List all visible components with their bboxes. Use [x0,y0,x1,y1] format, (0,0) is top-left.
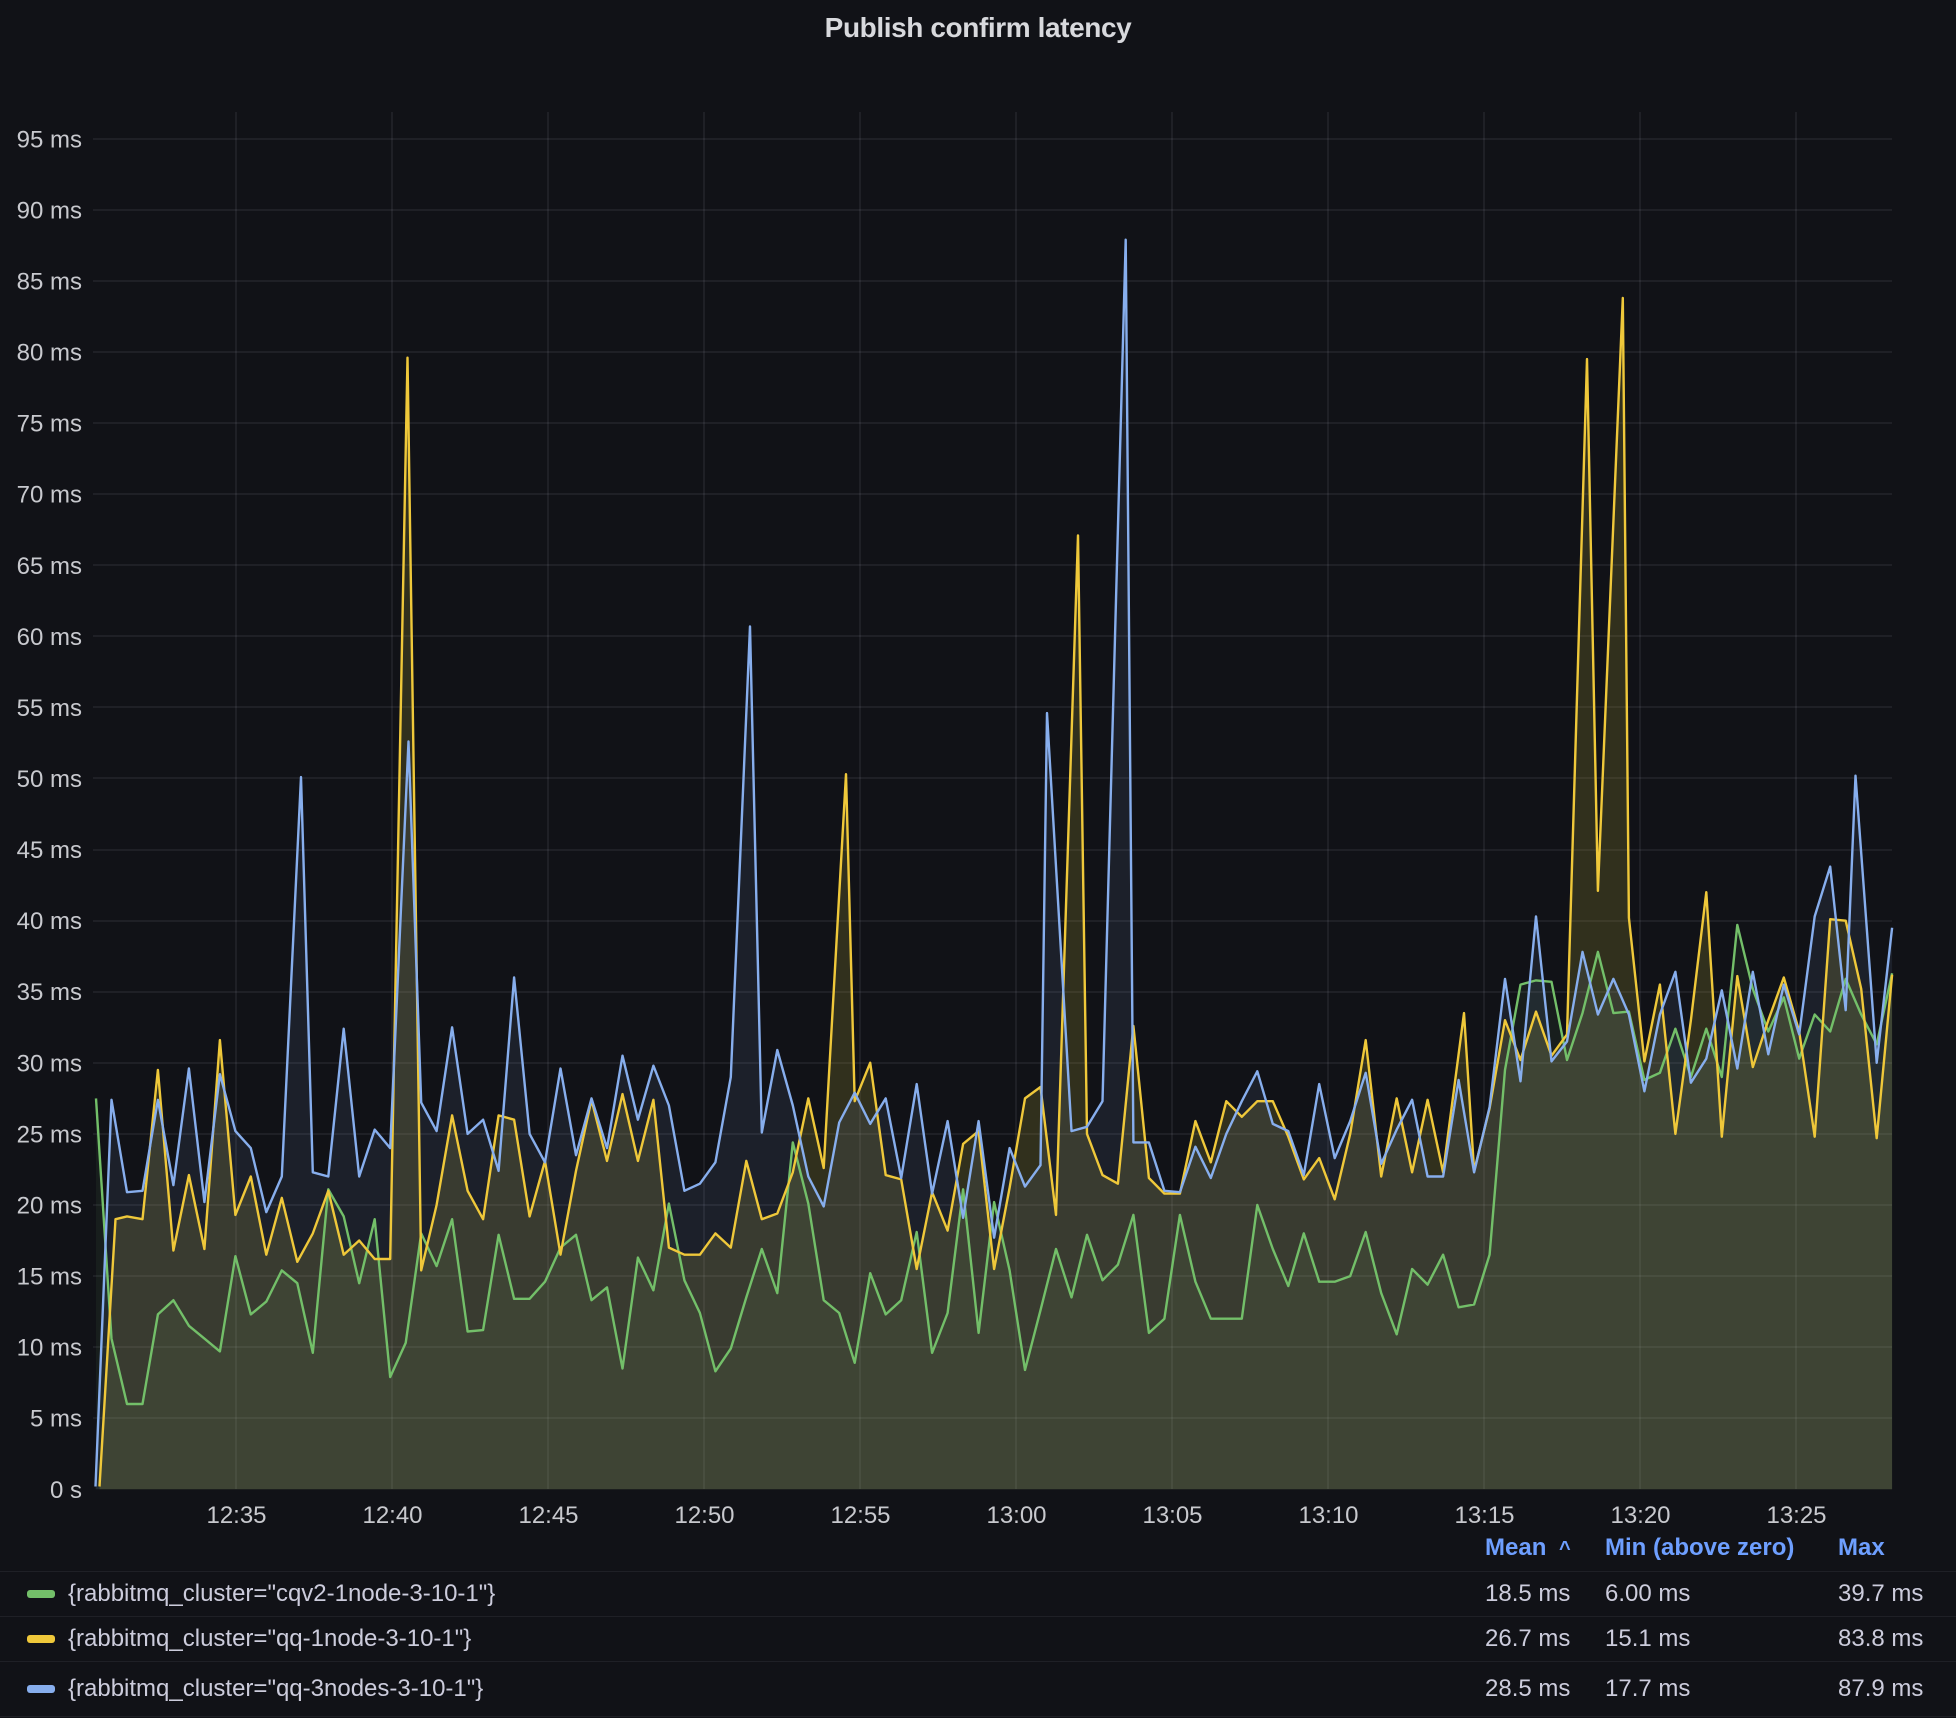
svg-text:50 ms: 50 ms [17,766,82,793]
svg-text:20 ms: 20 ms [17,1193,82,1220]
svg-text:30 ms: 30 ms [17,1050,82,1077]
svg-text:13:10: 13:10 [1298,1502,1358,1529]
svg-text:Publish confirm latency: Publish confirm latency [825,12,1132,43]
svg-text:12:55: 12:55 [830,1502,890,1529]
svg-text:12:50: 12:50 [674,1502,734,1529]
svg-text:75 ms: 75 ms [17,411,82,438]
svg-text:70 ms: 70 ms [17,482,82,509]
svg-text:12:40: 12:40 [362,1502,422,1529]
svg-text:95 ms: 95 ms [17,126,82,153]
svg-text:85 ms: 85 ms [17,268,82,295]
svg-text:5 ms: 5 ms [30,1406,82,1433]
svg-text:13:25: 13:25 [1766,1502,1826,1529]
svg-text:13:20: 13:20 [1610,1502,1670,1529]
svg-text:55 ms: 55 ms [17,695,82,722]
svg-text:90 ms: 90 ms [17,197,82,224]
svg-text:40 ms: 40 ms [17,908,82,935]
svg-text:35 ms: 35 ms [17,979,82,1006]
svg-text:65 ms: 65 ms [17,553,82,580]
svg-text:60 ms: 60 ms [17,624,82,651]
svg-text:25 ms: 25 ms [17,1121,82,1148]
svg-text:80 ms: 80 ms [17,340,82,367]
svg-text:13:05: 13:05 [1142,1502,1202,1529]
svg-text:12:35: 12:35 [206,1502,266,1529]
svg-text:13:15: 13:15 [1454,1502,1514,1529]
svg-text:45 ms: 45 ms [17,837,82,864]
svg-text:13:00: 13:00 [986,1502,1046,1529]
svg-text:0 s: 0 s [50,1477,82,1504]
svg-text:10 ms: 10 ms [17,1335,82,1362]
svg-text:15 ms: 15 ms [17,1264,82,1291]
svg-text:12:45: 12:45 [518,1502,578,1529]
